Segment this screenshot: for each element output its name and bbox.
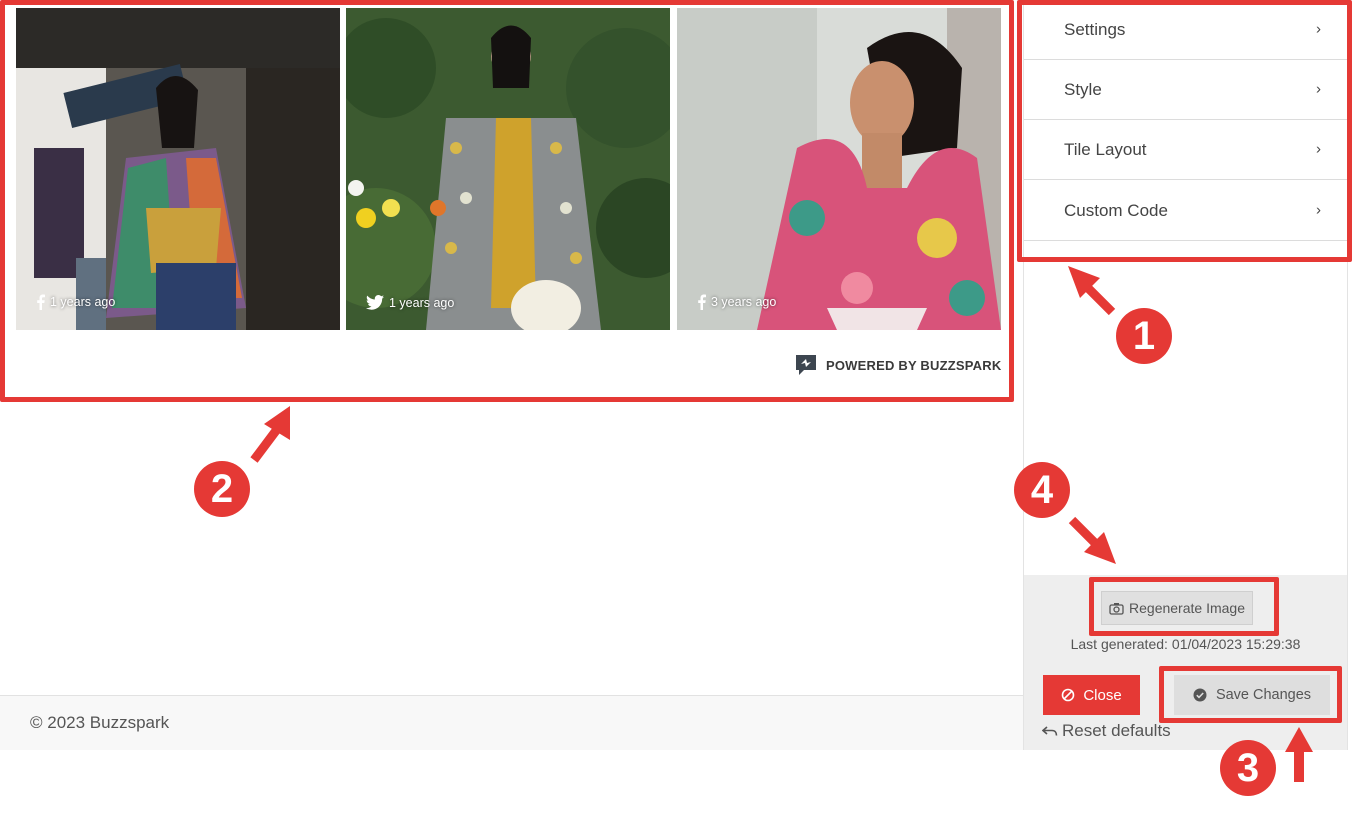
annotation-badge-1: 1 <box>1116 308 1172 364</box>
arrow-2-icon <box>250 425 282 463</box>
annotation-badge-4: 4 <box>1014 462 1070 518</box>
annotation-arrows <box>250 266 1313 782</box>
annotation-badge-2: 2 <box>194 461 250 517</box>
annotation-badge-3: 3 <box>1220 740 1276 796</box>
